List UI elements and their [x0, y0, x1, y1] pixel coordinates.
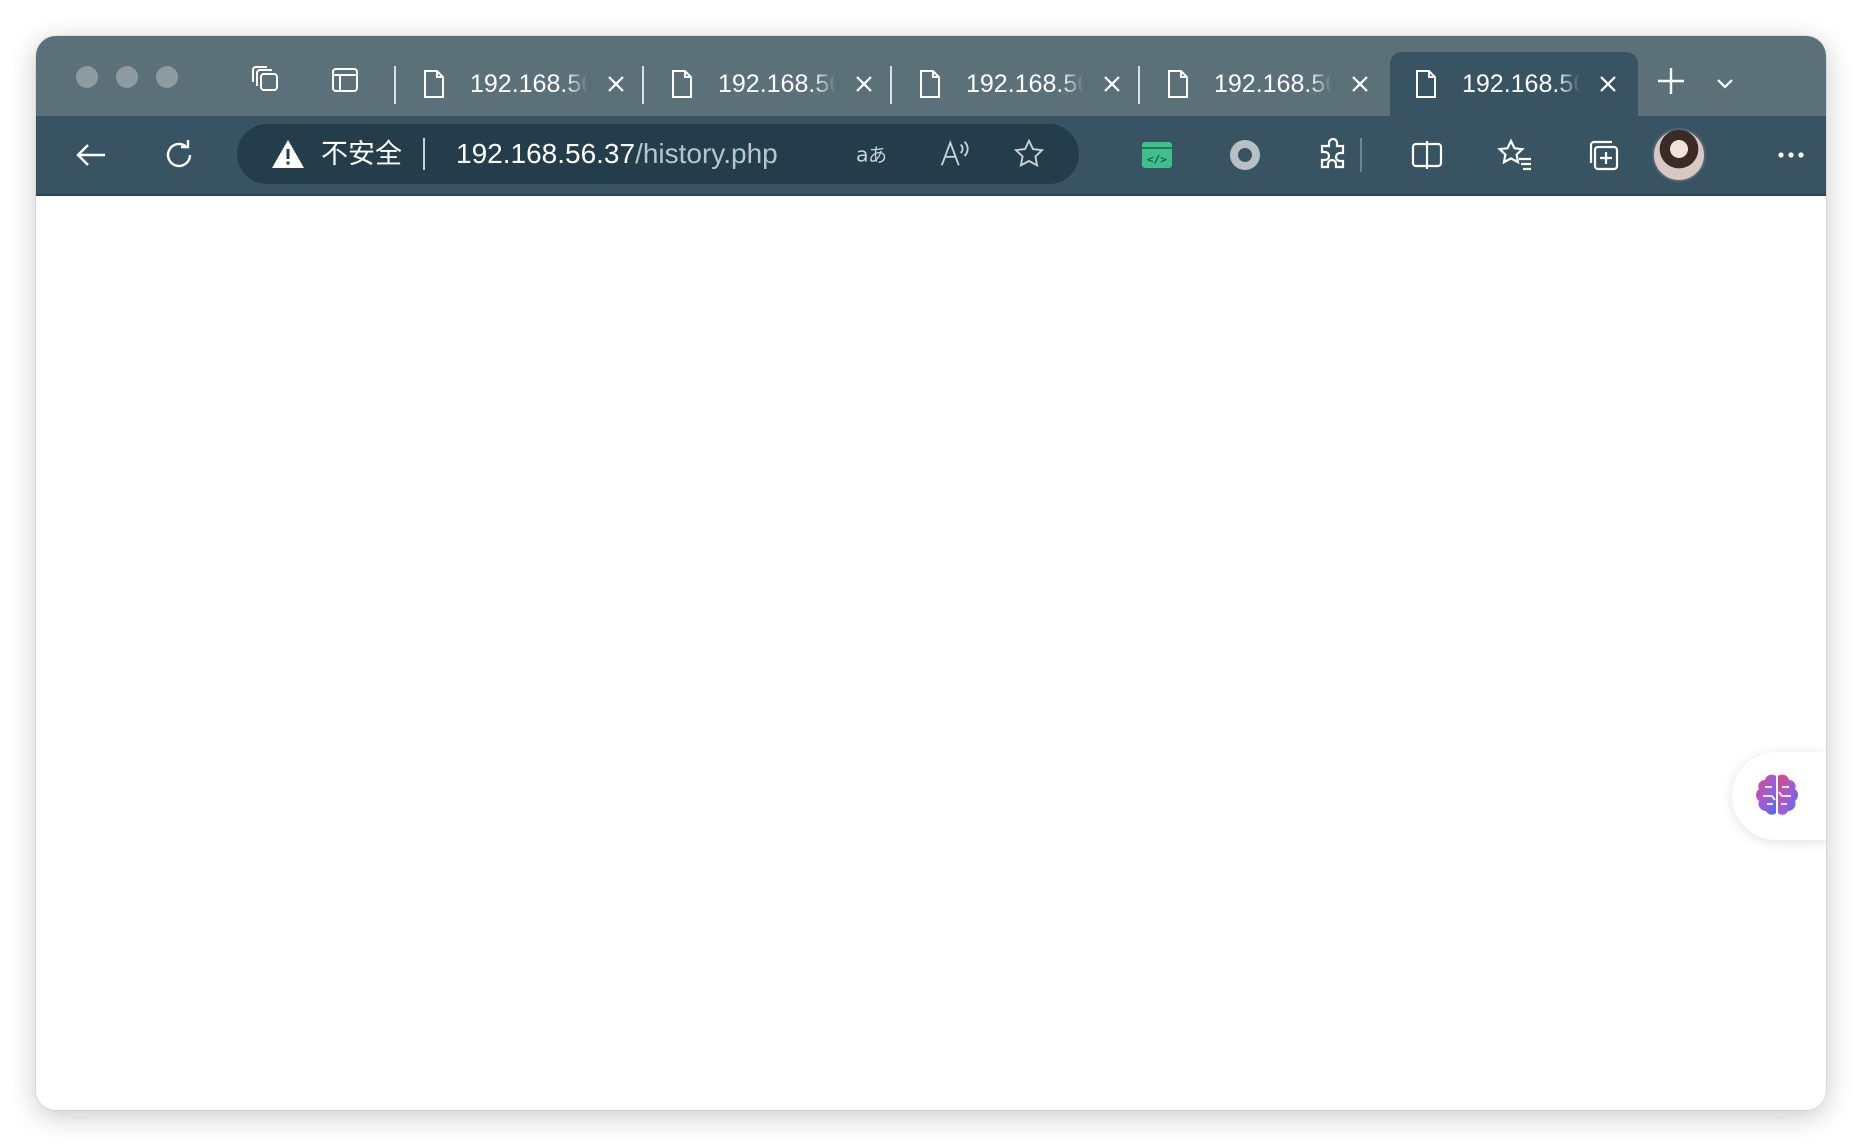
warning-icon[interactable]: [271, 138, 305, 170]
refresh-icon[interactable]: [158, 134, 200, 176]
tab[interactable]: 192.168.56.37: [894, 52, 1142, 116]
tab-divider: [394, 66, 396, 104]
tab-active[interactable]: 192.168.56.37: [1390, 52, 1638, 116]
tab-actions-icon[interactable]: [248, 62, 284, 98]
plus-icon[interactable]: [1654, 64, 1688, 98]
chevron-down-icon[interactable]: [1712, 70, 1738, 96]
page-icon: [422, 69, 448, 99]
close-icon[interactable]: [1100, 72, 1124, 96]
zoom-window-button[interactable]: [156, 66, 178, 88]
tab-title: 192.168.56.37: [1462, 69, 1580, 98]
minimize-window-button[interactable]: [116, 66, 138, 88]
security-label[interactable]: 不安全: [321, 138, 402, 170]
back-arrow-icon[interactable]: [70, 134, 112, 176]
page-content: [36, 196, 1826, 1110]
svg-text:</>: </>: [1147, 153, 1167, 166]
tab-title: 192.168.56.37: [470, 69, 588, 98]
browser-window: 192.168.56.37 192.168.56.37 192.168.56.3…: [36, 36, 1826, 1110]
favorite-star-icon[interactable]: [1011, 136, 1047, 172]
url-host: 192.168.56.37: [456, 138, 636, 169]
close-icon[interactable]: [604, 72, 628, 96]
svg-text:あ: あ: [868, 145, 887, 167]
tab-title: 192.168.56.37: [966, 69, 1084, 98]
page-icon: [670, 69, 696, 99]
close-icon[interactable]: [1348, 72, 1372, 96]
devtools-extension-icon[interactable]: </>: [1136, 134, 1178, 176]
url-path: /history.php: [635, 138, 778, 169]
tab-strip: 192.168.56.37 192.168.56.37 192.168.56.3…: [36, 36, 1826, 116]
brain-icon: [1756, 774, 1798, 815]
page-icon: [918, 69, 944, 99]
tab[interactable]: 192.168.56.37: [398, 52, 646, 116]
tab-title: 192.168.56.37: [1214, 69, 1332, 98]
favorites-list-icon[interactable]: [1494, 134, 1536, 176]
tab[interactable]: 192.168.56.37: [646, 52, 894, 116]
omnibox-divider: [423, 138, 425, 170]
translate-icon[interactable]: aあ: [853, 136, 889, 172]
split-screen-icon[interactable]: [1406, 134, 1448, 176]
tab[interactable]: 192.168.56.37: [1142, 52, 1390, 116]
url-text[interactable]: 192.168.56.37/history.php: [456, 138, 778, 170]
close-window-button[interactable]: [76, 66, 98, 88]
svg-text:a: a: [856, 143, 869, 167]
page-icon: [1166, 69, 1192, 99]
tab-title: 192.168.56.37: [718, 69, 836, 98]
extensions-icon[interactable]: [1312, 134, 1354, 176]
toolbar-divider: [1360, 138, 1362, 172]
record-icon[interactable]: [1224, 134, 1266, 176]
navigation-toolbar: 不安全 192.168.56.37/history.php aあ </>: [36, 116, 1826, 196]
profile-avatar[interactable]: [1652, 128, 1706, 182]
close-icon[interactable]: [1596, 72, 1620, 96]
address-bar[interactable]: 不安全 192.168.56.37/history.php aあ: [237, 124, 1079, 184]
page-icon: [1414, 69, 1440, 99]
vertical-tabs-icon[interactable]: [327, 62, 363, 98]
close-icon[interactable]: [852, 72, 876, 96]
collections-icon[interactable]: [1582, 134, 1624, 176]
sidebar-assistant-button[interactable]: [1732, 752, 1826, 840]
read-aloud-icon[interactable]: [937, 136, 973, 172]
more-icon[interactable]: [1770, 134, 1812, 176]
